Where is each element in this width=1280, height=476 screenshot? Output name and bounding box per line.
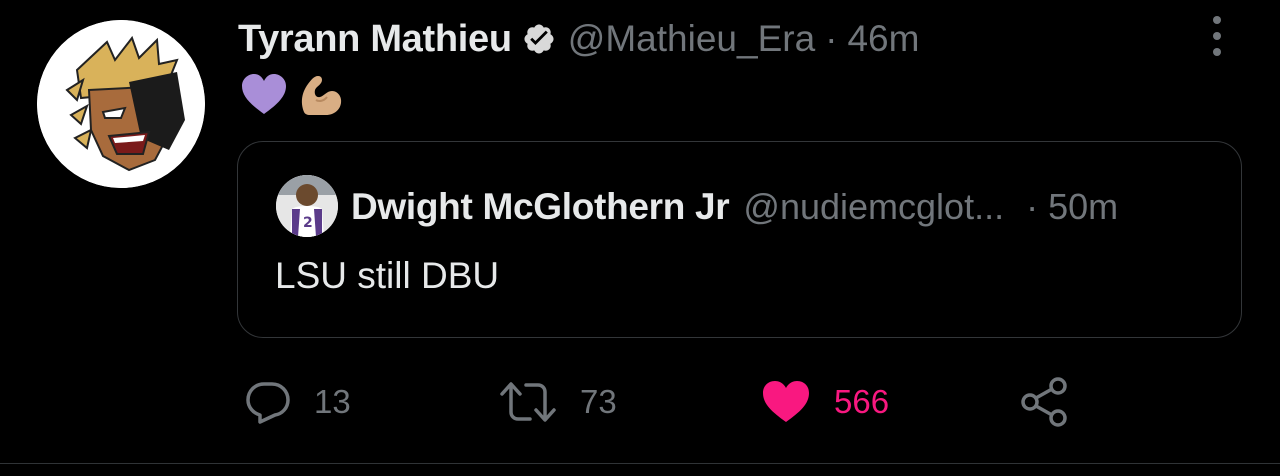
share-icon (1021, 377, 1067, 427)
quoted-tweet[interactable]: 2 Dwight McGlothern Jr @nudiemcglot... ·… (237, 141, 1242, 338)
quoted-author-handle[interactable]: @nudiemcglot... (743, 186, 1004, 228)
quoted-tweet-header: Dwight McGlothern Jr @nudiemcglot... · 5… (351, 182, 1217, 232)
quoted-avatar-image: 2 (276, 175, 338, 237)
tweet-body (240, 72, 344, 118)
quoted-author-name[interactable]: Dwight McGlothern Jr (351, 186, 730, 228)
header-separator: · (825, 18, 838, 59)
tweet-divider (0, 463, 1280, 464)
author-name[interactable]: Tyrann Mathieu (238, 18, 512, 61)
more-options-icon[interactable] (1202, 14, 1232, 58)
quoted-tweet-timestamp[interactable]: 50m (1048, 186, 1118, 228)
flexed-biceps-emoji (301, 76, 342, 115)
avatar-illustration (37, 20, 205, 188)
reply-button[interactable]: 13 (244, 370, 351, 434)
tweet-actions: 13 73 566 (0, 370, 1280, 434)
quoted-author-avatar[interactable]: 2 (276, 175, 338, 237)
like-button[interactable]: 566 (760, 370, 889, 434)
quoted-tweet-text: LSU still DBU (275, 255, 500, 296)
tweet-header: Tyrann Mathieu @Mathieu_Era · 46m (238, 14, 919, 64)
reply-count: 13 (314, 383, 351, 420)
retweet-button[interactable]: 73 (498, 370, 617, 434)
author-handle[interactable]: @Mathieu_Era (568, 18, 815, 60)
svg-text:2: 2 (303, 215, 313, 231)
share-button[interactable] (1018, 370, 1070, 434)
reply-icon (246, 382, 290, 424)
quoted-header-separator: · (1026, 186, 1039, 227)
purple-heart-emoji (242, 74, 286, 114)
retweet-icon (500, 382, 556, 422)
verified-badge-icon (522, 22, 556, 56)
retweet-count: 73 (580, 383, 617, 420)
like-count: 566 (834, 383, 890, 420)
author-avatar[interactable] (37, 20, 205, 188)
heart-filled-icon (763, 381, 809, 422)
tweet-timestamp[interactable]: 46m (847, 18, 919, 60)
tweet[interactable]: Tyrann Mathieu @Mathieu_Era · 46m 2 Dwig… (0, 0, 1280, 476)
